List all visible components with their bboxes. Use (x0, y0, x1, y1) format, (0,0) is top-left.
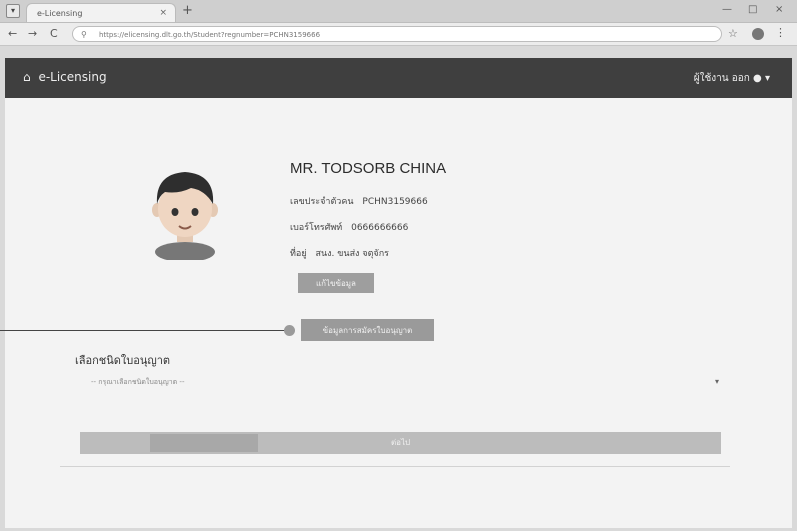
user-avatar-icon (152, 172, 218, 260)
license-type-select[interactable]: -- กรุณาเลือกชนิดใบอนุญาต -- ▾ (75, 373, 725, 391)
license-type-title: เลือกชนิดใบอนุญาต (75, 354, 171, 367)
new-tab-button[interactable]: + (182, 3, 193, 18)
divider (60, 466, 730, 467)
site-info-icon[interactable]: ⚲ (81, 27, 87, 41)
id-label: เลขประจำตัวคน (290, 197, 354, 207)
id-number-line: เลขประจำตัวคน PCHN3159666 (290, 194, 428, 208)
restore-icon[interactable]: □ (748, 4, 757, 15)
edit-profile-button[interactable]: แก้ไขข้อมูล (298, 273, 374, 293)
next-button-label: ต่อไป (390, 438, 411, 447)
tab-close-icon[interactable]: × (159, 4, 167, 23)
phone-line: เบอร์โทรศัพท์ 0666666666 (290, 220, 408, 234)
next-button[interactable]: ต่อไป (80, 432, 721, 454)
address-label: ที่อยู่ (290, 249, 307, 259)
annotation-dot (284, 325, 295, 336)
license-info-button[interactable]: ข้อมูลการสมัครใบอนุญาต (301, 319, 434, 341)
chevron-down-icon: ▾ (764, 73, 770, 84)
window-close-icon[interactable]: × (775, 4, 783, 15)
tab-search-button[interactable]: ▾ (6, 4, 20, 18)
address-line: ที่อยู่ สนง. ขนส่ง จตุจักร (290, 246, 389, 260)
brand-link[interactable]: ⌂ e-Licensing (23, 70, 107, 84)
phone-value: 0666666666 (351, 223, 409, 233)
app-navbar: ⌂ e-Licensing ผู้ใช้งาน ออก ● ▾ (5, 58, 792, 98)
user-circle-icon: ● (753, 73, 762, 84)
forward-icon[interactable]: → (28, 27, 37, 40)
browser-tab-strip: ▾ e-Licensing × + — □ × (0, 0, 797, 23)
license-type-placeholder: -- กรุณาเลือกชนิดใบอนุญาต -- (91, 378, 185, 386)
main-content: MR. TODSORB CHINA เลขประจำตัวคน PCHN3159… (0, 98, 792, 528)
reload-icon[interactable]: C (50, 27, 58, 40)
brand-label: e-Licensing (38, 70, 107, 84)
button-highlight-segment (150, 434, 258, 452)
annotation-line (0, 330, 286, 331)
browser-tab[interactable]: e-Licensing × (26, 3, 176, 22)
browser-menu-icon[interactable]: ⋮ (775, 26, 786, 39)
profile-avatar-icon[interactable] (752, 28, 764, 40)
user-menu[interactable]: ผู้ใช้งาน ออก ● ▾ (694, 71, 770, 86)
back-icon[interactable]: ← (8, 27, 17, 40)
caret-down-icon: ▾ (714, 377, 719, 386)
phone-label: เบอร์โทรศัพท์ (290, 223, 343, 233)
browser-tab-title: e-Licensing (37, 9, 83, 18)
user-menu-label: ผู้ใช้งาน ออก (693, 73, 750, 84)
home-icon: ⌂ (23, 70, 31, 84)
address-value: สนง. ขนส่ง จตุจักร (315, 249, 390, 259)
browser-toolbar: ← → C ⚲ https://elicensing.dlt.go.th/Stu… (0, 23, 797, 46)
url-text: https://elicensing.dlt.go.th/Student?reg… (99, 31, 321, 39)
minimize-icon[interactable]: — (722, 4, 732, 15)
id-value: PCHN3159666 (362, 197, 428, 207)
address-bar[interactable]: ⚲ https://elicensing.dlt.go.th/Student?r… (72, 26, 722, 42)
bookmark-star-icon[interactable]: ☆ (728, 27, 738, 40)
profile-name: MR. TODSORB CHINA (290, 160, 447, 177)
